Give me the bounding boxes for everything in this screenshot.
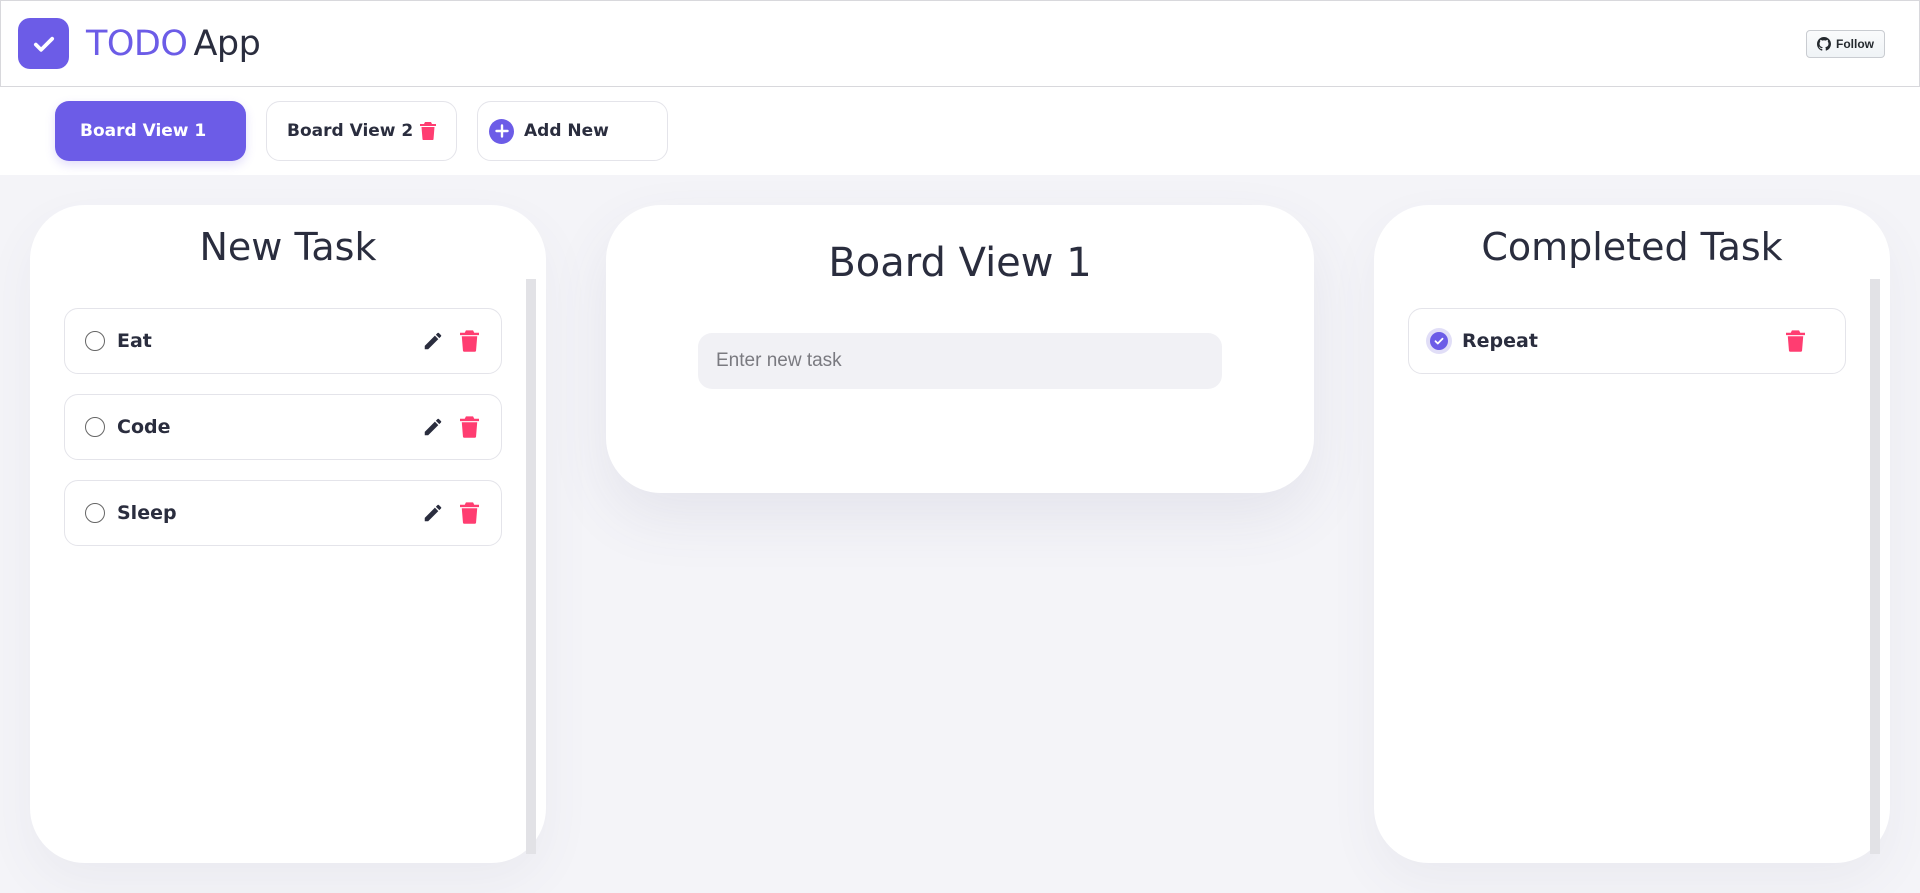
task-item-repeat[interactable]: Repeat bbox=[1408, 308, 1846, 374]
delete-board-trash-icon[interactable] bbox=[420, 122, 436, 140]
tab-board-view-1[interactable]: Board View 1 bbox=[55, 101, 246, 161]
task-item-eat[interactable]: Eat bbox=[64, 308, 502, 374]
panel-title: New Task bbox=[199, 225, 377, 269]
scrollbar[interactable] bbox=[1870, 279, 1880, 854]
trash-icon[interactable] bbox=[460, 330, 479, 352]
task-item-sleep[interactable]: Sleep bbox=[64, 480, 502, 546]
trash-icon[interactable] bbox=[460, 416, 479, 438]
checked-circle-icon[interactable] bbox=[1426, 328, 1452, 354]
board-title: Board View 1 bbox=[828, 240, 1092, 286]
radio-icon[interactable] bbox=[85, 417, 105, 437]
add-new-board-button[interactable]: Add New bbox=[477, 101, 668, 161]
page-footer-area bbox=[0, 878, 1920, 893]
pencil-icon[interactable] bbox=[422, 416, 444, 438]
tab-board-view-2[interactable]: Board View 2 bbox=[266, 101, 457, 161]
task-item-code[interactable]: Code bbox=[64, 394, 502, 460]
logo-check-icon bbox=[18, 18, 69, 69]
tab-label: Board View 1 bbox=[80, 121, 207, 141]
task-label: Eat bbox=[117, 330, 152, 352]
plus-icon bbox=[489, 118, 514, 144]
tab-label: Add New bbox=[524, 121, 609, 141]
brand-name: TODO App bbox=[86, 23, 261, 64]
app-header: TODO App Follow bbox=[0, 0, 1920, 87]
task-label: Repeat bbox=[1462, 330, 1538, 352]
trash-icon[interactable] bbox=[1786, 330, 1805, 352]
github-follow-button[interactable]: Follow bbox=[1806, 29, 1885, 58]
trash-icon[interactable] bbox=[460, 502, 479, 524]
follow-label: Follow bbox=[1836, 36, 1874, 51]
github-icon bbox=[1817, 36, 1831, 51]
radio-icon[interactable] bbox=[85, 503, 105, 523]
brand-todo: TODO bbox=[86, 23, 188, 64]
radio-icon[interactable] bbox=[85, 331, 105, 351]
completed-task-panel: Completed Task Repeat bbox=[1374, 205, 1890, 863]
board-tabs: Board View 1 Board View 2 Add New bbox=[0, 87, 1920, 175]
brand[interactable]: TODO App bbox=[18, 18, 261, 69]
pencil-icon[interactable] bbox=[422, 330, 444, 352]
panel-title: Completed Task bbox=[1481, 225, 1783, 269]
new-task-input[interactable] bbox=[698, 333, 1222, 389]
task-label: Sleep bbox=[117, 502, 177, 524]
board-input-panel: Board View 1 bbox=[606, 205, 1314, 493]
scrollbar[interactable] bbox=[526, 279, 536, 854]
new-task-panel: New Task Eat Code Sleep bbox=[30, 205, 546, 863]
task-label: Code bbox=[117, 416, 171, 438]
pencil-icon[interactable] bbox=[422, 502, 444, 524]
brand-app: App bbox=[193, 23, 261, 64]
tab-label: Board View 2 bbox=[287, 121, 414, 141]
